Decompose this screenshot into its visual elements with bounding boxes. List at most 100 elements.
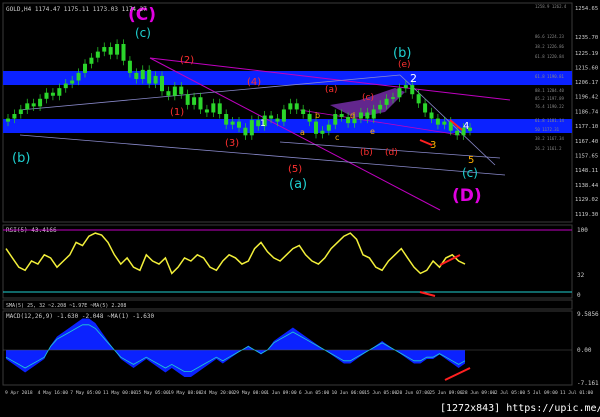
fib-level-label: 61.8 1220.84 [535,54,564,59]
candle-body [121,43,126,61]
candle-body [442,121,447,125]
wave-label-2-orange: 2 [410,72,417,85]
x-tick-label: 19 May 08:00 [168,390,201,396]
y-tick-label: 1196.42 [575,95,598,101]
candle-body [204,109,209,113]
x-axis: 9 Apr 2018 4 May 16:00 7 May 05:00 11 May 0… [5,390,593,396]
wave-label-3: (3) [225,138,239,149]
wave-label-d-small: d [350,111,355,120]
candle-body [6,118,10,122]
x-tick-label: 28 Jun 09:00 [462,390,495,396]
candle-body [224,114,229,125]
wave-label-e-small: e [370,127,375,136]
macd-label: MACD(12,26,9) -1.630 -2.048 ~MA(1) -1.63… [6,313,154,320]
candle-body [429,112,434,119]
wave-label-b-small: b [315,111,320,120]
macd-tick-top: 9.5856 [577,311,599,318]
y-tick-label: 1225.19 [575,51,598,57]
candle-body [403,85,408,89]
x-tick-label: 4 May 16:00 [38,390,69,396]
candle-body [172,86,177,96]
rsi-tick-32: 32 [577,272,585,279]
candle-body [198,97,203,110]
x-tick-label: 15 May 05:00 [136,390,169,396]
fib-level-label: 38.2 1226.86 [535,44,564,49]
fib-level-label: 61.8 1181.14 [535,118,564,123]
fib-level-label: 1258.9 1262.4 [535,4,567,9]
wave-label-4-orange: 4 [463,121,469,132]
x-tick-label: 9 Apr 2018 [5,390,33,396]
candle-body [269,115,274,119]
candle-body [185,94,190,105]
rsi-tick-100: 100 [577,227,588,234]
candle-body [288,103,293,110]
candle-body [314,121,318,134]
x-tick-label: 15 Jun 05:00 [364,390,397,396]
wave-label-c-small: c [335,133,339,142]
fib-level-label: 26.2 1161.2 [535,146,562,151]
chart-title: GOLD,H4 1174.47 1175.11 1173.03 1174.27 [6,6,147,13]
y-tick-label: 1167.40 [575,139,598,145]
y-axis: 1254.65 1235.70 1225.19 1215.60 1206.17 1196.… [575,6,599,218]
x-tick-label: 20 Jun 07:00 [397,390,430,396]
wave-label-b-left: (b) [12,151,30,166]
wave-label-b-red: (b) [360,148,373,158]
wave-label-D: (D) [452,186,482,206]
y-tick-label: 1119.30 [575,212,598,218]
macd-tick-zero: 0.00 [577,347,592,354]
candle-body [435,118,440,125]
candle-body [378,104,383,110]
candle-body [95,51,100,58]
candle-body [102,47,107,52]
candle-body [339,114,344,118]
x-tick-label: 2 Jul 05:00 [495,390,526,396]
candle-body [391,97,395,99]
candle-body [70,80,75,84]
candle-body [76,72,81,81]
wave-label-b-right: (b) [393,46,411,61]
rsi-tick-0: 0 [577,292,581,299]
candle-body [108,47,113,55]
fib-level-label: 86.6 1224.23 [535,34,564,39]
candle-body [134,72,139,80]
candle-body [281,109,286,122]
resistance-zone [3,71,572,85]
fib-level-label: 88.1 1204.40 [535,88,564,93]
candle-body [25,103,30,110]
candle-body [160,75,164,92]
x-tick-label: 25 Jun 09:00 [429,390,462,396]
y-tick-label: 1129.02 [575,197,598,203]
candle-body [249,120,254,136]
candle-body [365,112,370,119]
candle-body [83,63,87,73]
y-tick-label: 1138.44 [575,183,599,189]
candle-body [326,124,331,131]
x-tick-label: 10 Jun 06:00 [331,390,364,396]
wave-label-4: (4) [247,77,261,88]
wave-label-a-red: (a) [325,85,338,95]
wave-label-5-orange: 5 [468,155,474,166]
candle-body [371,109,376,119]
y-tick-label: 1235.70 [575,35,598,41]
candle-body [217,103,222,115]
candle-body [50,92,55,96]
wave-label-c-top: (c) [135,26,151,40]
wave-label-1: (1) [170,107,184,118]
fib-level-label: 50 1172.31 [535,127,560,132]
wave-label-c-red: (c) [362,93,374,103]
fib-level-label: 61.8 1190.81 [535,74,564,79]
candle-body [237,121,241,128]
y-tick-label: 1206.17 [575,80,598,86]
wave-label-a: (a) [289,177,307,192]
candle-body [333,114,338,125]
wave-label-5: (5) [288,164,302,175]
candle-body [63,83,68,89]
y-tick-label: 1157.65 [575,154,598,160]
candle-body [179,86,184,95]
candle-body [153,75,158,84]
y-tick-label: 1177.10 [575,124,598,130]
y-tick-label: 1186.74 [575,109,599,115]
candle-body [275,118,280,122]
candle-body [397,88,402,98]
candle-body [423,103,428,113]
